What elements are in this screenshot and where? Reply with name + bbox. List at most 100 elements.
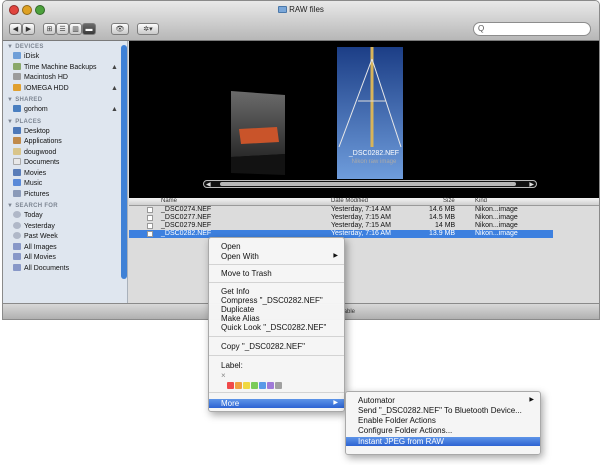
sidebar-item-dougwood[interactable]: dougwood [3, 147, 127, 159]
coverflow-view-button[interactable]: ▬ [82, 23, 96, 35]
sidebar-item-yesterday[interactable]: Yesterday [3, 221, 127, 233]
eject-icon[interactable]: ▲ [111, 84, 118, 95]
back-button[interactable]: ◀ [9, 23, 22, 35]
submenu-arrow-icon: ▶ [333, 253, 338, 259]
menu-item-more[interactable]: More ▶ [209, 399, 344, 408]
documents-icon [13, 158, 21, 165]
sidebar-item-iomega-hdd[interactable]: IOMEGA HDD ▲ [3, 83, 127, 95]
menu-item-open-with[interactable]: Open With ▶ [209, 252, 344, 261]
column-name-header[interactable]: Name [161, 198, 177, 204]
table-row[interactable]: _DSC0277.NEF Yesterday, 7:15 AM 14.5 MB Nik… [129, 214, 599, 222]
menu-item-compress[interactable]: Compress "_DSC0282.NEF" [209, 296, 344, 305]
menu-item-make-alias[interactable]: Make Alias [209, 314, 344, 323]
clock-icon [13, 221, 21, 229]
menu-item-instant-jpeg[interactable]: Instant JPEG from RAW [346, 437, 540, 446]
sidebar-item-today[interactable]: Today [3, 211, 127, 222]
scroll-left-icon[interactable]: ◀ [206, 181, 211, 188]
smart-folder-icon [13, 263, 21, 271]
column-size-header[interactable]: Size [443, 198, 455, 204]
menu-item-duplicate[interactable]: Duplicate [209, 305, 344, 314]
column-date-header[interactable]: Date Modified [331, 198, 368, 204]
coverflow-scrollbar[interactable]: ◀ ▶ [203, 180, 537, 188]
sidebar-item-all-images[interactable]: All Images [3, 242, 127, 254]
sidebar-section-places: ▼ PLACES [7, 118, 42, 125]
eject-icon[interactable]: ▲ [111, 63, 118, 74]
label-red-swatch[interactable] [227, 382, 234, 389]
network-computer-icon [13, 105, 21, 112]
menu-item-get-info[interactable]: Get Info [209, 287, 344, 296]
desktop-icon [13, 126, 21, 134]
menu-item-automator[interactable]: Automator ▶ [346, 396, 540, 405]
sidebar-scrollbar[interactable] [121, 45, 127, 279]
external-drive-icon [13, 83, 21, 91]
label-gray-swatch[interactable] [275, 382, 282, 389]
scroll-right-icon[interactable]: ▶ [529, 181, 534, 188]
menu-item-open[interactable]: Open [209, 242, 344, 251]
label-blue-swatch[interactable] [259, 382, 266, 389]
menu-separator [209, 264, 344, 265]
forward-button[interactable]: ▶ [22, 23, 35, 35]
sidebar-item-gorhom[interactable]: gorhom ▲ [3, 105, 127, 116]
clock-icon [13, 232, 21, 239]
sidebar-item-documents[interactable]: Documents [3, 158, 127, 169]
quick-look-button[interactable]: 👁 [111, 23, 129, 35]
more-submenu: Automator ▶ Send "_DSC0282.NEF" To Blueto… [345, 391, 541, 455]
drive-icon [13, 62, 21, 70]
sidebar-item-applications[interactable]: Applications [3, 137, 127, 148]
coverflow-images [231, 47, 403, 179]
table-row[interactable]: _DSC0274.NEF Yesterday, 7:14 AM 14.6 MB Nik… [129, 206, 599, 214]
menu-item-quick-look[interactable]: Quick Look "_DSC0282.NEF" [209, 323, 344, 332]
smart-folder-icon [13, 242, 21, 250]
lifeboat-shape [239, 127, 279, 144]
icon-view-button[interactable]: ⊞ [43, 23, 56, 35]
label-purple-swatch[interactable] [267, 382, 274, 389]
label-orange-swatch[interactable] [235, 382, 242, 389]
coverflow-image-left[interactable] [231, 91, 285, 157]
coverflow-scroll-thumb[interactable] [220, 182, 516, 186]
menu-item-configure-folder-actions[interactable]: Configure Folder Actions... [346, 426, 540, 435]
file-icon [147, 223, 153, 229]
sidebar-item-movies[interactable]: Movies [3, 168, 127, 180]
hard-disk-icon [13, 73, 21, 80]
sidebar-item-all-documents[interactable]: All Documents [3, 263, 127, 275]
smart-folder-icon [13, 253, 21, 260]
label-green-swatch[interactable] [251, 382, 258, 389]
sidebar-item-all-movies[interactable]: All Movies [3, 253, 127, 264]
file-icon [147, 207, 153, 213]
coverflow-view[interactable]: _DSC0282.NEF Nikon raw image ◀ ▶ [129, 41, 599, 198]
sidebar-item-pictures[interactable]: Pictures [3, 189, 127, 201]
list-view-button[interactable]: ☰ [56, 23, 69, 35]
sidebar-section-shared: ▼ SHARED [7, 97, 43, 103]
folder-icon [278, 6, 288, 13]
clock-icon [13, 211, 21, 218]
coverflow-kind: Nikon raw image [351, 159, 397, 165]
label-none-icon[interactable]: × [209, 371, 344, 380]
menu-separator [209, 282, 344, 283]
eject-icon[interactable]: ▲ [111, 105, 118, 116]
column-view-button[interactable]: ▥ [69, 23, 82, 35]
sidebar-item-desktop[interactable]: Desktop [3, 126, 127, 138]
search-field[interactable]: Q [473, 22, 591, 36]
file-icon [147, 215, 153, 221]
title-bar: RAW files ◀ ▶ ⊞ ☰ ▥ ▬ 👁 ✲▾ Q [3, 1, 599, 41]
movies-icon [13, 168, 21, 176]
sidebar-item-macintosh-hd[interactable]: Macintosh HD [3, 73, 127, 84]
sidebar-item-past-week[interactable]: Past Week [3, 232, 127, 243]
sidebar-item-time-machine[interactable]: Time Machine Backups ▲ [3, 62, 127, 74]
menu-separator [209, 392, 344, 393]
column-kind-header[interactable]: Kind [475, 198, 487, 204]
sidebar-section-devices: ▼ DEVICES [7, 44, 44, 50]
idisk-icon [13, 52, 21, 59]
action-menu-button[interactable]: ✲▾ [137, 23, 159, 35]
menu-item-copy[interactable]: Copy "_DSC0282.NEF" [209, 342, 344, 351]
label-yellow-swatch[interactable] [243, 382, 250, 389]
menu-item-move-to-trash[interactable]: Move to Trash [209, 269, 344, 278]
sidebar-item-music[interactable]: Music [3, 179, 127, 190]
reflection [231, 154, 285, 175]
sidebar-item-idisk[interactable]: iDisk [3, 52, 127, 63]
coverflow-filename: _DSC0282.NEF [348, 150, 400, 157]
menu-item-enable-folder-actions[interactable]: Enable Folder Actions [346, 416, 540, 425]
table-row[interactable]: _DSC0279.NEF Yesterday, 7:15 AM 14 MB Nikon… [129, 222, 599, 230]
list-header: Name Date Modified Size Kind [129, 198, 599, 206]
menu-item-send-bluetooth[interactable]: Send "_DSC0282.NEF" To Bluetooth Device.… [346, 406, 540, 415]
